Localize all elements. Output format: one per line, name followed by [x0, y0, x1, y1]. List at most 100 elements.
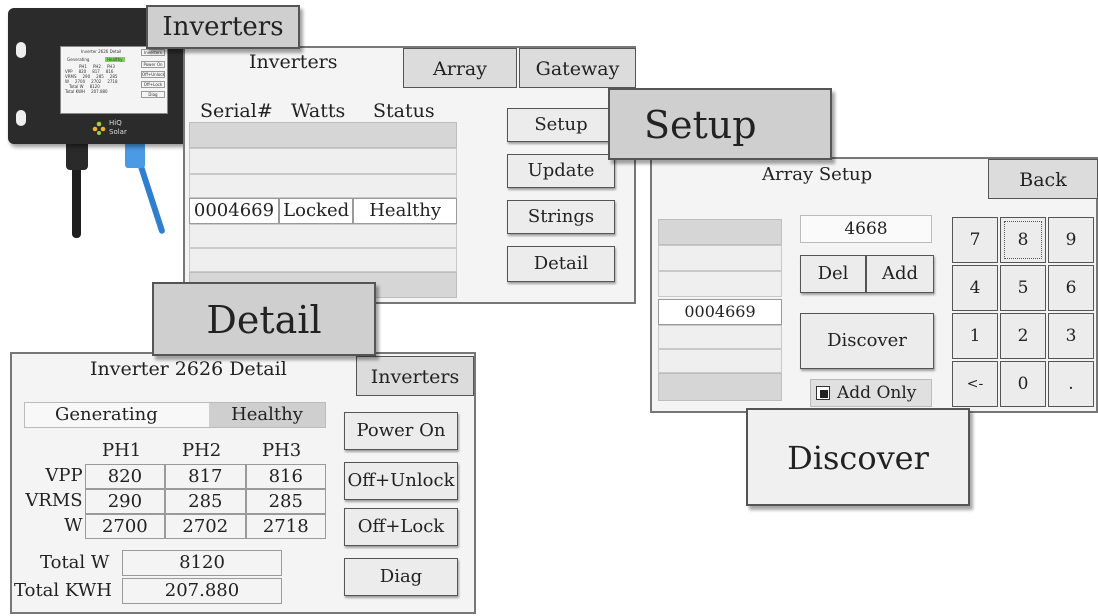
- mini-btn-off-unlock: Off+Unlock: [141, 71, 165, 78]
- vpp-ph1: 820: [84, 464, 166, 489]
- key-9[interactable]: 9: [1048, 217, 1094, 263]
- list-item-empty[interactable]: [658, 219, 782, 245]
- strings-button[interactable]: Strings: [507, 200, 615, 234]
- add-only-label: Add Only: [837, 383, 917, 403]
- table-row[interactable]: 0004669 Locked Healthy: [189, 198, 457, 224]
- key-5[interactable]: 5: [1000, 265, 1046, 311]
- list-item-empty[interactable]: [658, 373, 782, 401]
- brand-name: HiQ: [109, 119, 122, 127]
- row-watts: Locked: [278, 198, 354, 224]
- mini-title: Inverter 2626 Detail: [81, 49, 122, 54]
- mini-status-right: Healthy: [105, 57, 125, 62]
- setup-button[interactable]: Setup: [507, 108, 615, 142]
- hiq-logo-icon: [92, 120, 106, 135]
- key-2[interactable]: 2: [1000, 313, 1046, 359]
- mini-cell: 2718: [107, 79, 118, 84]
- row-label-vrms: VRMS: [25, 490, 83, 511]
- col-serial-header: Serial#: [200, 100, 273, 122]
- off-unlock-button[interactable]: Off+Unlock: [344, 462, 458, 500]
- status-bar: Generating Healthy: [24, 402, 326, 428]
- phase-table: VPP 820 817 816 VRMS 290 285 285 W 2700 …: [14, 464, 326, 539]
- label-setup: Setup: [608, 88, 832, 160]
- serial-entry-field[interactable]: 4668: [800, 215, 932, 243]
- detail-button[interactable]: Detail: [507, 246, 615, 282]
- status-healthy: Healthy: [209, 403, 325, 427]
- label-inverters: Inverters: [146, 5, 300, 49]
- key-6[interactable]: 6: [1048, 265, 1094, 311]
- head-ph3: PH3: [262, 440, 302, 461]
- discover-button[interactable]: Discover: [800, 313, 934, 369]
- list-item[interactable]: 0004669: [658, 299, 782, 325]
- tab-gateway[interactable]: Gateway: [519, 48, 636, 88]
- col-status-header: Status: [373, 100, 435, 122]
- label-discover: Discover: [746, 408, 970, 506]
- mini-table: PH1 PH2 PH3 VPP 820 817 816 VRMS 290 285…: [65, 64, 135, 94]
- mount-hole-top: [16, 42, 26, 58]
- vpp-ph3: 816: [245, 464, 326, 489]
- row-serial: 0004669: [189, 198, 279, 224]
- add-button[interactable]: Add: [866, 255, 934, 293]
- row-status: Healthy: [353, 198, 457, 224]
- diag-button[interactable]: Diag: [344, 558, 458, 596]
- total-w-label: Total W: [40, 552, 110, 573]
- table-row-empty[interactable]: [189, 148, 457, 174]
- key-dot[interactable]: .: [1048, 361, 1094, 407]
- total-w-value: 8120: [122, 550, 282, 576]
- table-row-empty[interactable]: [189, 248, 457, 272]
- list-item-empty[interactable]: [658, 245, 782, 271]
- row-label-w: W: [64, 515, 83, 536]
- list-item-empty[interactable]: [658, 271, 782, 297]
- row-label-vpp: VPP: [45, 465, 83, 486]
- vrms-ph1: 290: [84, 489, 166, 514]
- table-row-empty[interactable]: [189, 174, 457, 198]
- detail-title: Inverter 2626 Detail: [90, 358, 287, 380]
- checkbox-icon: [816, 386, 830, 400]
- back-button[interactable]: Back: [988, 159, 1098, 199]
- vpp-ph2: 817: [165, 464, 246, 489]
- key-backspace[interactable]: <-: [952, 361, 998, 407]
- device-screen: Inverter 2626 Detail Inverters Generatin…: [60, 46, 168, 114]
- mini-btn-off-lock: Off+Lock: [141, 81, 165, 88]
- tab-inverters[interactable]: Inverters: [249, 51, 338, 73]
- mount-hole-bottom: [16, 110, 26, 126]
- detail-screen: Inverter 2626 Detail Inverters Generatin…: [10, 352, 476, 614]
- array-setup-screen: Array Setup Back 0004669 4668 Del Add Di…: [650, 157, 1098, 413]
- table-row-empty[interactable]: [189, 224, 457, 248]
- mini-btn-power-on: Power On: [141, 61, 165, 68]
- head-ph2: PH2: [182, 440, 222, 461]
- list-item-empty[interactable]: [658, 325, 782, 349]
- table-row-empty[interactable]: [189, 122, 457, 148]
- mini-btn-diag: Diag: [141, 91, 165, 98]
- mini-total-kwh-label: Total KWH: [65, 89, 86, 94]
- mini-status-left: Generating: [67, 57, 90, 62]
- del-button[interactable]: Del: [800, 255, 866, 293]
- col-watts-header: Watts: [291, 100, 346, 122]
- label-detail: Detail: [152, 282, 376, 356]
- key-3[interactable]: 3: [1048, 313, 1094, 359]
- mini-buttons: Power On Off+Unlock Off+Lock Diag: [141, 61, 165, 98]
- key-8[interactable]: 8: [1000, 217, 1046, 263]
- network-plug: [125, 142, 145, 168]
- mini-inv-tab: Inverters: [141, 49, 165, 56]
- off-lock-button[interactable]: Off+Lock: [344, 508, 458, 546]
- key-0[interactable]: 0: [1000, 361, 1046, 407]
- key-7[interactable]: 7: [952, 217, 998, 263]
- w-ph3: 2718: [245, 514, 326, 539]
- key-1[interactable]: 1: [952, 313, 998, 359]
- mini-total-kwh: 207.880: [91, 89, 108, 94]
- head-ph1: PH1: [102, 440, 142, 461]
- key-4[interactable]: 4: [952, 265, 998, 311]
- tab-inverters-detail[interactable]: Inverters: [356, 356, 474, 396]
- total-kwh-value: 207.880: [122, 578, 282, 604]
- vrms-ph3: 285: [245, 489, 326, 514]
- vrms-ph2: 285: [165, 489, 246, 514]
- w-ph2: 2702: [165, 514, 246, 539]
- update-button[interactable]: Update: [507, 154, 615, 188]
- power-on-button[interactable]: Power On: [344, 412, 458, 450]
- add-only-toggle[interactable]: Add Only: [810, 379, 932, 407]
- tab-array[interactable]: Array: [403, 48, 517, 88]
- total-kwh-label: Total KWH: [14, 580, 112, 601]
- brand-sub: Solar: [109, 128, 127, 136]
- list-item-empty[interactable]: [658, 349, 782, 373]
- w-ph1: 2700: [84, 514, 166, 539]
